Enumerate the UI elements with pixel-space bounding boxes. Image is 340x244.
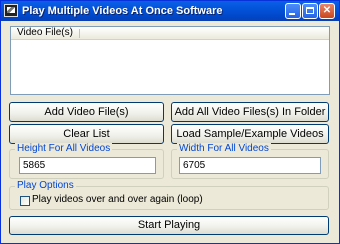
height-group: Height For All Videos bbox=[9, 143, 164, 179]
loop-checkbox-label[interactable]: Play videos over and over again (loop) bbox=[32, 194, 203, 205]
add-folder-button[interactable]: Add All Video Files(s) In Folder bbox=[171, 102, 329, 122]
loop-checkbox[interactable] bbox=[20, 196, 30, 206]
window-title: Play Multiple Videos At Once Software bbox=[22, 5, 223, 17]
add-video-files-button[interactable]: Add Video File(s) bbox=[9, 102, 164, 122]
close-button[interactable]: ✕ bbox=[319, 3, 335, 19]
height-group-label: Height For All Videos bbox=[15, 143, 113, 154]
width-group: Width For All Videos bbox=[171, 143, 329, 179]
maximize-button[interactable] bbox=[302, 3, 318, 19]
title-bar[interactable]: Play Multiple Videos At Once Software ✕ bbox=[1, 1, 339, 21]
height-input[interactable] bbox=[19, 157, 156, 174]
play-options-group: Play Options Play videos over and over a… bbox=[9, 180, 329, 210]
minimize-button[interactable] bbox=[285, 3, 301, 19]
play-options-label: Play Options bbox=[15, 180, 76, 191]
app-icon[interactable] bbox=[4, 4, 18, 17]
video-file-list[interactable]: Video File(s) bbox=[10, 26, 330, 95]
width-group-label: Width For All Videos bbox=[177, 143, 271, 154]
clear-list-button[interactable]: Clear List bbox=[9, 124, 164, 144]
width-input[interactable] bbox=[179, 157, 321, 174]
load-sample-videos-button[interactable]: Load Sample/Example Videos bbox=[171, 124, 329, 144]
start-playing-button[interactable]: Start Playing bbox=[9, 216, 329, 235]
column-separator[interactable] bbox=[79, 29, 80, 38]
column-header-video-files[interactable]: Video File(s) bbox=[17, 27, 73, 38]
main-window: Play Multiple Videos At Once Software ✕ … bbox=[0, 0, 340, 244]
list-header[interactable]: Video File(s) bbox=[11, 27, 329, 40]
